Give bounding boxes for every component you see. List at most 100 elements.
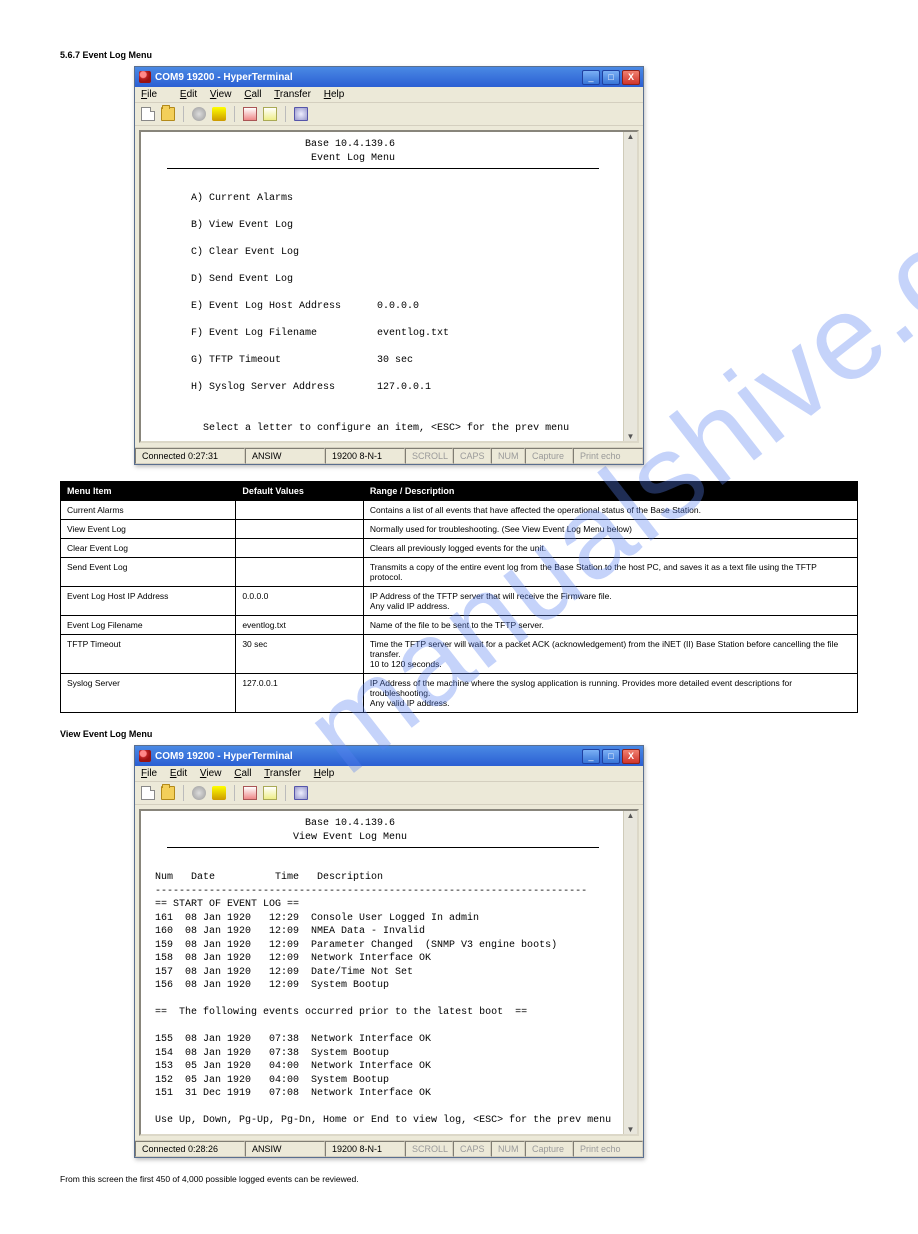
toolbar-separator bbox=[285, 106, 286, 122]
app-icon bbox=[139, 71, 151, 83]
table-row: Syslog Server127.0.0.1IP Address of the … bbox=[61, 674, 858, 713]
col-menu-item: Menu Item bbox=[61, 482, 236, 501]
terminal-text: Base 10.4.139.6 Event Log Menu A) Curren… bbox=[149, 138, 631, 435]
properties-icon[interactable] bbox=[294, 107, 308, 121]
menu-view[interactable]: View bbox=[210, 89, 232, 100]
status-scroll: SCROLL bbox=[405, 448, 453, 464]
table-row: Clear Event LogClears all previously log… bbox=[61, 539, 858, 558]
title-bar[interactable]: COM9 19200 - HyperTerminal _ □ X bbox=[135, 746, 643, 766]
menu-file[interactable]: File bbox=[141, 89, 167, 100]
table-row: Event Log Host IP Address0.0.0.0IP Addre… bbox=[61, 587, 858, 616]
menu-edit[interactable]: Edit bbox=[170, 768, 187, 779]
cell-menu-item: Event Log Host IP Address bbox=[61, 587, 236, 616]
app-icon bbox=[139, 750, 151, 762]
col-default: Default Values bbox=[236, 482, 364, 501]
status-capture: Capture bbox=[525, 1141, 573, 1157]
status-caps: CAPS bbox=[453, 448, 491, 464]
window-title: COM9 19200 - HyperTerminal bbox=[155, 72, 293, 83]
send-icon[interactable] bbox=[243, 107, 257, 121]
footer-note: From this screen the first 450 of 4,000 … bbox=[60, 1174, 858, 1184]
maximize-button[interactable]: □ bbox=[602, 749, 620, 764]
section-heading-2: View Event Log Menu bbox=[60, 729, 858, 739]
cell-menu-item: Event Log Filename bbox=[61, 616, 236, 635]
menu-edit[interactable]: Edit bbox=[180, 89, 197, 100]
call-icon[interactable] bbox=[192, 107, 206, 121]
scrollbar[interactable]: ▲▼ bbox=[623, 811, 637, 1134]
cell-default: 127.0.0.1 bbox=[236, 674, 364, 713]
open-icon[interactable] bbox=[161, 107, 175, 121]
status-connection: Connected 0:27:31 bbox=[135, 448, 245, 464]
terminal-text: Base 10.4.139.6 View Event Log Menu Num … bbox=[149, 817, 631, 1128]
terminal-area[interactable]: ▲▼ Base 10.4.139.6 Event Log Menu A) Cur… bbox=[139, 130, 639, 443]
table-row: Current Alarms Contains a list of all eve… bbox=[61, 501, 858, 520]
receive-icon[interactable] bbox=[263, 107, 277, 121]
cell-default bbox=[236, 520, 364, 539]
toolbar bbox=[135, 782, 643, 805]
status-capture: Capture bbox=[525, 448, 573, 464]
cell-desc: IP Address of the machine where the sysl… bbox=[363, 674, 857, 713]
status-num: NUM bbox=[491, 448, 525, 464]
receive-icon[interactable] bbox=[263, 786, 277, 800]
cell-desc: IP Address of the TFTP server that will … bbox=[363, 587, 857, 616]
status-bar: Connected 0:27:31 ANSIW 19200 8-N-1 SCRO… bbox=[135, 447, 643, 464]
menu-file[interactable]: File bbox=[141, 768, 157, 779]
table-row: Event Log Filenameeventlog.txtName of th… bbox=[61, 616, 858, 635]
menu-bar: File Edit View Call Transfer Help bbox=[135, 766, 643, 782]
status-emulation: ANSIW bbox=[245, 1141, 325, 1157]
menu-transfer[interactable]: Transfer bbox=[264, 768, 301, 779]
call-icon[interactable] bbox=[192, 786, 206, 800]
cell-desc: Normally used for troubleshooting. (See … bbox=[363, 520, 857, 539]
toolbar-separator bbox=[183, 785, 184, 801]
cell-menu-item: Current Alarms bbox=[61, 501, 236, 520]
menu-help[interactable]: Help bbox=[314, 768, 335, 779]
cell-menu-item: TFTP Timeout bbox=[61, 635, 236, 674]
cell-default bbox=[236, 539, 364, 558]
title-bar[interactable]: COM9 19200 - HyperTerminal _ □ X bbox=[135, 67, 643, 87]
new-icon[interactable] bbox=[141, 786, 155, 800]
table-row: TFTP Timeout30 secTime the TFTP server w… bbox=[61, 635, 858, 674]
status-echo: Print echo bbox=[573, 1141, 643, 1157]
window-title: COM9 19200 - HyperTerminal bbox=[155, 751, 293, 762]
cell-desc: Name of the file to be sent to the TFTP … bbox=[363, 616, 857, 635]
status-connection: Connected 0:28:26 bbox=[135, 1141, 245, 1157]
status-emulation: ANSIW bbox=[245, 448, 325, 464]
status-echo: Print echo bbox=[573, 448, 643, 464]
status-port: 19200 8-N-1 bbox=[325, 448, 405, 464]
scrollbar[interactable]: ▲▼ bbox=[623, 132, 637, 441]
cell-menu-item: Syslog Server bbox=[61, 674, 236, 713]
cell-menu-item: Clear Event Log bbox=[61, 539, 236, 558]
disconnect-icon[interactable] bbox=[212, 786, 226, 800]
menu-call[interactable]: Call bbox=[234, 768, 251, 779]
disconnect-icon[interactable] bbox=[212, 107, 226, 121]
cell-default: 30 sec bbox=[236, 635, 364, 674]
menu-call[interactable]: Call bbox=[244, 89, 261, 100]
toolbar bbox=[135, 103, 643, 126]
cell-desc: Transmits a copy of the entire event log… bbox=[363, 558, 857, 587]
terminal-area[interactable]: ▲▼ Base 10.4.139.6 View Event Log Menu N… bbox=[139, 809, 639, 1136]
col-range: Range / Description bbox=[363, 482, 857, 501]
status-scroll: SCROLL bbox=[405, 1141, 453, 1157]
menu-view[interactable]: View bbox=[200, 768, 222, 779]
cell-desc: Contains a list of all events that have … bbox=[363, 501, 857, 520]
minimize-button[interactable]: _ bbox=[582, 749, 600, 764]
section-heading-1: 5.6.7 Event Log Menu bbox=[60, 50, 858, 60]
cell-default: 0.0.0.0 bbox=[236, 587, 364, 616]
hyperterminal-window-2: COM9 19200 - HyperTerminal _ □ X File Ed… bbox=[134, 745, 644, 1158]
send-icon[interactable] bbox=[243, 786, 257, 800]
table-row: View Event LogNormally used for troubles… bbox=[61, 520, 858, 539]
status-caps: CAPS bbox=[453, 1141, 491, 1157]
new-icon[interactable] bbox=[141, 107, 155, 121]
table-header-row: Menu Item Default Values Range / Descrip… bbox=[61, 482, 858, 501]
properties-icon[interactable] bbox=[294, 786, 308, 800]
hyperterminal-window-1: COM9 19200 - HyperTerminal _ □ X File Ed… bbox=[134, 66, 644, 465]
status-bar: Connected 0:28:26 ANSIW 19200 8-N-1 SCRO… bbox=[135, 1140, 643, 1157]
close-button[interactable]: X bbox=[622, 749, 640, 764]
maximize-button[interactable]: □ bbox=[602, 70, 620, 85]
open-icon[interactable] bbox=[161, 786, 175, 800]
menu-help[interactable]: Help bbox=[324, 89, 345, 100]
menu-transfer[interactable]: Transfer bbox=[274, 89, 311, 100]
cell-menu-item: Send Event Log bbox=[61, 558, 236, 587]
minimize-button[interactable]: _ bbox=[582, 70, 600, 85]
close-button[interactable]: X bbox=[622, 70, 640, 85]
cell-desc: Time the TFTP server will wait for a pac… bbox=[363, 635, 857, 674]
